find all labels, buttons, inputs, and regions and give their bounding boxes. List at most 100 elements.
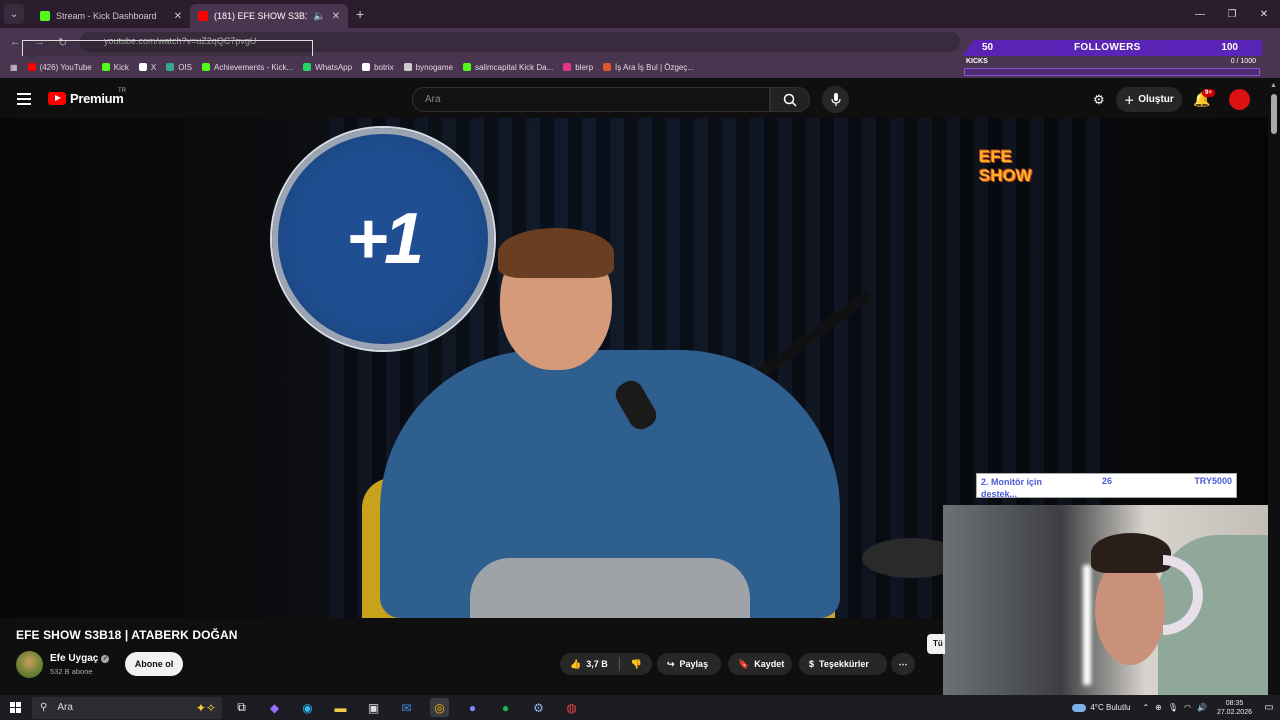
mic-icon — [830, 92, 841, 106]
tab-search-icon[interactable]: ⌄ — [4, 4, 24, 24]
window-controls: — ❐ ✕ — [1184, 0, 1280, 28]
close-icon[interactable]: ✕ — [174, 11, 182, 22]
save-label: Kaydet — [754, 659, 785, 669]
subscribe-button[interactable]: Abone ol — [125, 652, 183, 676]
close-icon[interactable]: ✕ — [332, 11, 340, 22]
bookmark-bynogame[interactable]: bynogame — [403, 62, 453, 72]
side-chip[interactable]: Tü — [927, 634, 945, 654]
bookmark-label: botrix — [374, 62, 394, 72]
store-icon[interactable]: ▣ — [364, 698, 383, 717]
share-icon: ↪ — [667, 658, 675, 669]
browser-tab-bar: ⌄ Stream - Kick Dashboard ✕ (181) EFE SH… — [0, 0, 1280, 28]
chrome-icon[interactable]: ◎ — [430, 698, 449, 717]
bookmark-achievements[interactable]: Achievements - Kick... — [202, 63, 293, 72]
scroll-thumb[interactable] — [1271, 94, 1277, 134]
bookmark-isara[interactable]: İş Ara İş Bul | Özgeç... — [603, 63, 694, 72]
clock[interactable]: 08:35 27.02.2026 — [1217, 699, 1252, 717]
kicks-value: 0 / 1000 — [1230, 58, 1256, 65]
minimize-icon[interactable]: — — [1184, 9, 1216, 20]
thanks-button[interactable]: $ Teşekkürler — [799, 653, 887, 675]
weather-text: 4°C Bulutlu — [1090, 703, 1131, 712]
page-scrollbar[interactable]: ▲ — [1268, 80, 1280, 695]
start-button[interactable] — [0, 702, 30, 713]
more-actions-button[interactable]: ⋯ — [891, 653, 915, 675]
taskbar-search[interactable]: ⚲ Ara ✦✧ — [32, 696, 222, 719]
youtube-play-icon — [48, 92, 66, 105]
avatar[interactable] — [1229, 89, 1250, 110]
thanks-icon: $ — [809, 659, 815, 669]
search-icon — [783, 93, 797, 107]
back-icon[interactable]: ← — [10, 36, 21, 48]
bookmark-label: bynogame — [415, 62, 453, 72]
tab-kick-dashboard[interactable]: Stream - Kick Dashboard ✕ — [32, 4, 190, 28]
create-label: Oluştur — [1138, 94, 1174, 105]
bookmark-ois[interactable]: OIS — [166, 63, 192, 72]
save-button[interactable]: 🔖 Kaydet — [728, 653, 792, 675]
search-icon: ⚲ — [40, 702, 48, 713]
stream-overlay-box — [22, 40, 313, 57]
notification-badge: 9+ — [1202, 89, 1215, 97]
notifications-icon[interactable]: ▭ — [1258, 702, 1280, 713]
weather-widget[interactable]: 4°C Bulutlu — [1072, 703, 1130, 712]
youtube-icon — [27, 63, 36, 71]
clock-time: 08:35 — [1225, 699, 1244, 707]
tray-chevron-icon[interactable]: ⌃ — [1142, 703, 1149, 712]
copilot-icon[interactable]: ◆ — [265, 698, 284, 717]
mic-icon[interactable]: 🎙 — [1168, 703, 1178, 712]
bookmark-label: Kick — [113, 62, 129, 72]
youtube-header: Premium TR Ara ⚙ ＋ Oluştur 🔔 9+ — [0, 80, 1268, 118]
mute-icon[interactable]: 🔈 — [313, 11, 325, 22]
channel-name[interactable]: Efe Uygaç ✓ — [50, 653, 110, 664]
restore-icon[interactable]: ❐ — [1216, 9, 1248, 20]
kicks-progress-bar — [964, 68, 1260, 76]
obs-icon[interactable]: ◍ — [562, 698, 581, 717]
donation-text: 2. Monitör için destek... — [981, 477, 1043, 499]
bookmark-youtube[interactable]: (426) YouTube — [27, 62, 92, 72]
network-icon[interactable]: ⊕ — [1155, 703, 1162, 712]
bookmark-x[interactable]: X — [138, 63, 156, 72]
mail-icon[interactable]: ✉ — [397, 698, 416, 717]
edge-icon[interactable]: ◉ — [298, 698, 317, 717]
cast-icon[interactable]: ⚙ — [1093, 92, 1105, 108]
efe-show-logo: EFE SHOW — [979, 147, 1032, 185]
volume-icon[interactable]: 🔊 — [1197, 703, 1207, 712]
tab-youtube-video[interactable]: (181) EFE SHOW S3B18 | A 🔈 ✕ — [190, 4, 348, 28]
taskbar-search-label: Ara — [57, 702, 73, 713]
bookmark-salimcapital[interactable]: salimcapital Kick Da... — [462, 63, 553, 72]
webcam-overlay — [943, 505, 1280, 695]
close-window-icon[interactable]: ✕ — [1248, 9, 1280, 20]
steam-icon[interactable]: ⚙ — [529, 698, 548, 717]
spotify-icon[interactable]: ● — [496, 698, 515, 717]
task-view-icon[interactable]: ⧉ — [232, 698, 251, 717]
bookmark-whatsapp[interactable]: WhatsApp — [303, 63, 352, 72]
globe-icon — [166, 63, 175, 71]
voice-search-button[interactable] — [822, 86, 849, 113]
share-button[interactable]: ↪ Paylaş — [657, 653, 721, 675]
discord-icon[interactable]: ● — [463, 698, 482, 717]
plus-one-badge: +1 — [272, 128, 494, 350]
share-label: Paylaş — [679, 659, 709, 669]
channel-avatar[interactable] — [16, 651, 43, 678]
youtube-logo[interactable]: Premium — [48, 91, 124, 106]
search-button[interactable] — [770, 87, 810, 112]
windows-taskbar: ⚲ Ara ✦✧ ⧉ ◆ ◉ ▬ ▣ ✉ ◎ ● ● ⚙ ◍ 4°C Bulut… — [0, 695, 1280, 720]
bookmark-label: blerp — [575, 62, 594, 72]
scroll-up-icon[interactable]: ▲ — [1270, 82, 1277, 89]
bookmark-label: OIS — [178, 62, 193, 72]
create-button[interactable]: ＋ Oluştur — [1116, 87, 1182, 112]
followers-goal-widget: 50 FOLLOWERS 100 KICKS 0 / 1000 — [962, 40, 1262, 78]
divider — [618, 657, 620, 671]
new-tab-button[interactable]: + — [356, 6, 364, 22]
like-icon[interactable]: 👍 — [570, 659, 581, 670]
wifi-icon[interactable]: ◠ — [1184, 703, 1191, 712]
bookmark-kick[interactable]: Kick — [101, 62, 129, 72]
bookmark-label: (426) YouTube — [39, 62, 92, 72]
bookmark-blerp[interactable]: blerp — [563, 63, 593, 72]
bookmark-botrix[interactable]: botrix — [362, 63, 394, 72]
file-explorer-icon[interactable]: ▬ — [331, 698, 350, 717]
apps-icon[interactable]: ▦ — [10, 63, 18, 72]
dislike-icon[interactable]: 👎 — [631, 659, 642, 670]
like-count[interactable]: 3,7 B — [586, 659, 608, 669]
search-input[interactable]: Ara — [412, 87, 770, 112]
menu-icon[interactable] — [17, 93, 31, 105]
